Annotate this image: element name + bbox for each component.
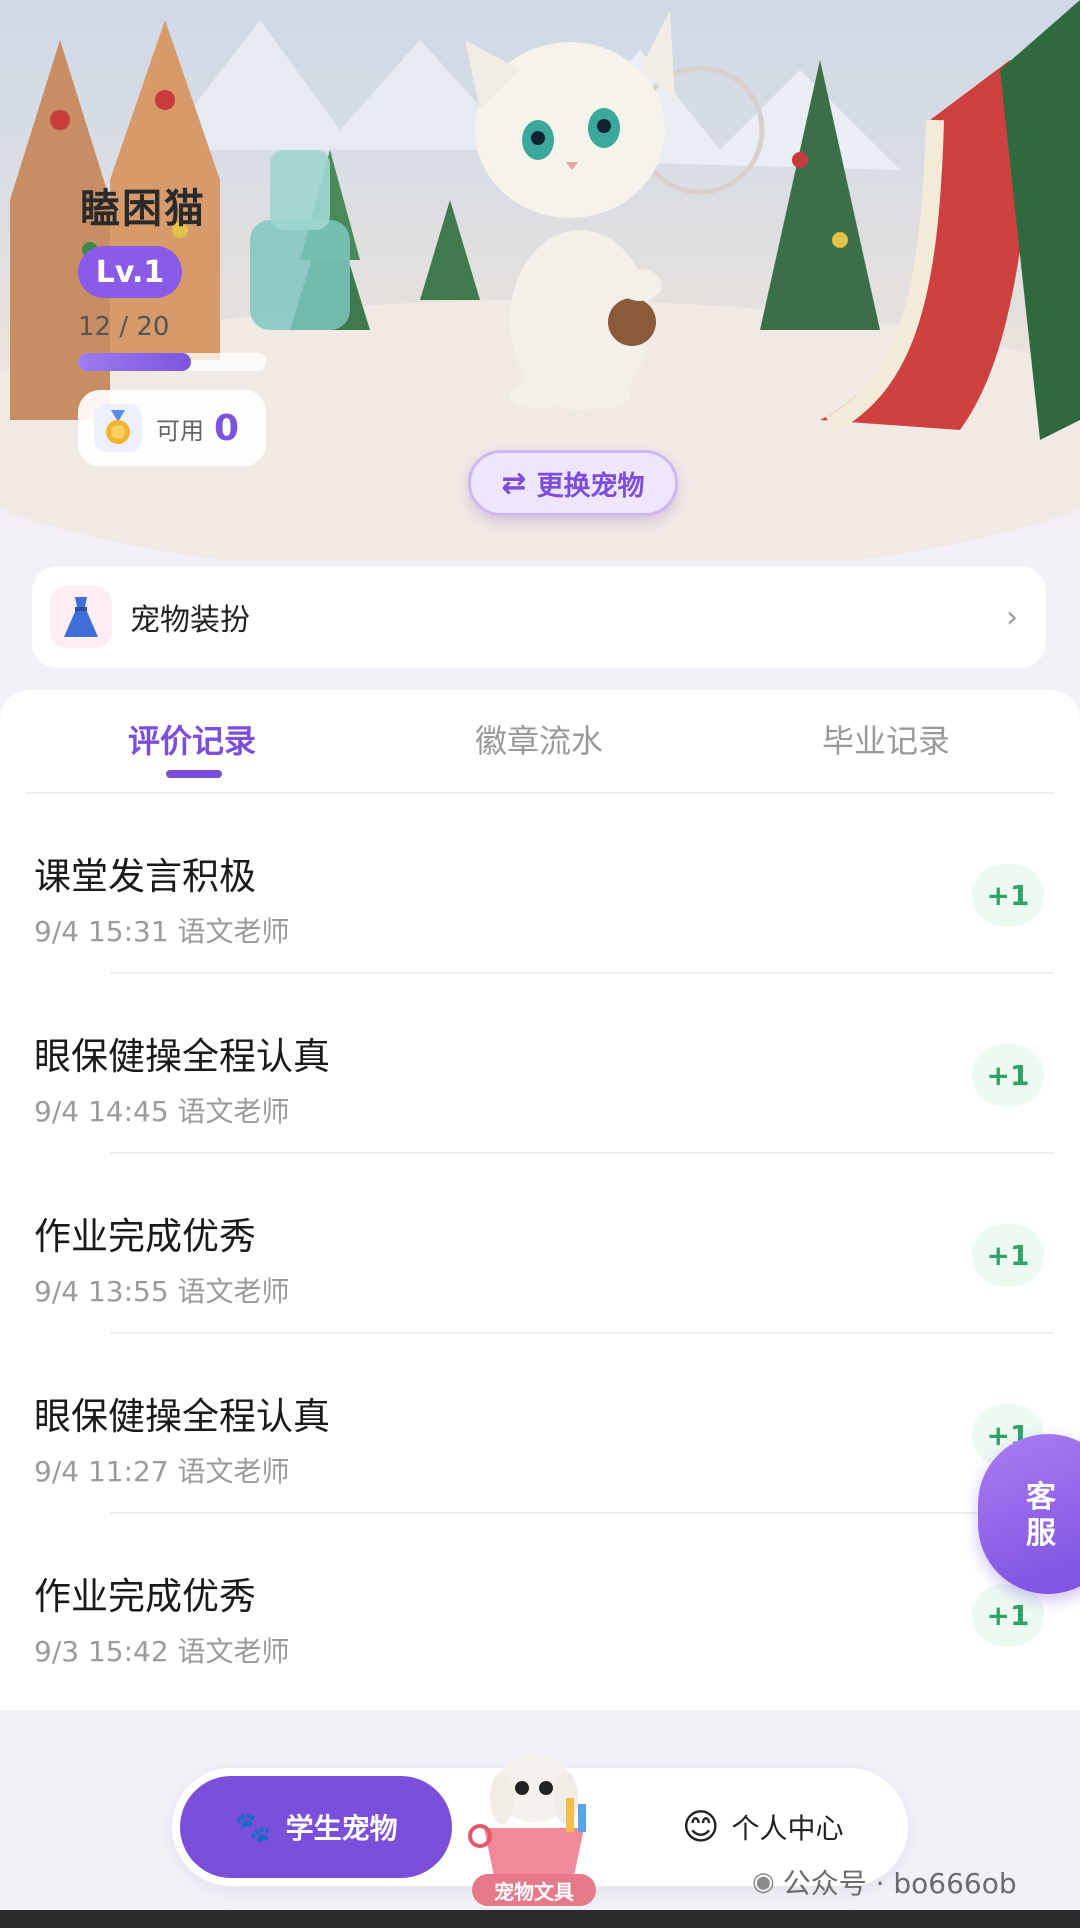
tab-evaluation-records[interactable]: 评价记录: [26, 690, 402, 792]
points-card: 可用 0: [78, 390, 266, 466]
swap-icon: ⇄: [501, 465, 527, 501]
record-title: 眼保健操全程认真: [34, 1035, 330, 1078]
record-tabs: 评价记录 徽章流水 毕业记录: [26, 690, 1054, 794]
list-item[interactable]: 作业完成优秀 9/4 13:55 语文老师 +1: [0, 1154, 1080, 1334]
list-item[interactable]: 眼保健操全程认真 9/4 14:45 语文老师 +1: [0, 974, 1080, 1154]
paw-icon: 🐾: [234, 1809, 272, 1845]
points-change-badge: +1: [972, 1224, 1044, 1286]
record-title: 作业完成优秀: [34, 1575, 256, 1618]
nav-pet-stationery-label: 宠物文具: [472, 1874, 596, 1906]
record-meta: 9/4 11:27 语文老师: [34, 1455, 290, 1488]
points-change-badge: +1: [972, 864, 1044, 926]
nav-student-pet[interactable]: 🐾 学生宠物: [180, 1776, 452, 1878]
records-panel: 评价记录 徽章流水 毕业记录 课堂发言积极 9/4 15:31 语文老师 +1 …: [0, 690, 1080, 1710]
xp-progress-fill: [78, 353, 191, 371]
nav-pet-stationery[interactable]: 宠物文具: [454, 1738, 614, 1908]
tab-badge-transactions[interactable]: 徽章流水: [402, 690, 676, 792]
pet-stationery-illustration: [468, 1754, 586, 1876]
record-title: 作业完成优秀: [34, 1215, 256, 1258]
smile-icon: 😊: [682, 1806, 720, 1848]
customer-service-label-2: 服: [1026, 1516, 1056, 1551]
customer-service-label-1: 客: [1026, 1480, 1056, 1515]
swap-pet-button[interactable]: ⇄ 更换宠物: [468, 450, 678, 516]
list-item[interactable]: 眼保健操全程认真 9/4 11:27 语文老师 +1: [0, 1334, 1080, 1514]
list-item[interactable]: 课堂发言积极 9/4 15:31 语文老师 +1: [0, 794, 1080, 974]
chevron-right-icon: ›: [1006, 599, 1018, 635]
medal-icon: [94, 404, 142, 452]
nav-personal-center-label: 个人中心: [731, 1812, 844, 1845]
record-meta: 9/4 15:31 语文老师: [34, 915, 290, 948]
watermark: ◉ 公众号 · bo666ob: [752, 1862, 1017, 1902]
xp-progress-bar: [78, 353, 266, 371]
swap-pet-label: 更换宠物: [536, 470, 645, 502]
level-badge: Lv.1: [78, 246, 182, 298]
record-list: 课堂发言积极 9/4 15:31 语文老师 +1 眼保健操全程认真 9/4 14…: [0, 794, 1080, 1694]
watermark-text: 公众号 · bo666ob: [782, 1867, 1017, 1900]
xp-progress-text: 12 / 20: [78, 312, 170, 342]
points-value: 0: [214, 407, 240, 449]
record-meta: 9/3 15:42 语文老师: [34, 1635, 290, 1668]
dress-icon: [50, 586, 112, 648]
points-label: 可用: [156, 416, 204, 445]
dress-up-label: 宠物装扮: [130, 603, 250, 638]
record-meta: 9/4 13:55 语文老师: [34, 1275, 290, 1308]
list-item[interactable]: 作业完成优秀 9/3 15:42 语文老师 +1: [0, 1514, 1080, 1694]
tab-graduation-records[interactable]: 毕业记录: [676, 690, 1054, 792]
wechat-icon: ◉: [752, 1867, 775, 1897]
points-change-badge: +1: [972, 1584, 1044, 1646]
points-change-badge: +1: [972, 1044, 1044, 1106]
record-title: 课堂发言积极: [34, 855, 256, 898]
nav-student-pet-label: 学生宠物: [285, 1812, 398, 1845]
record-title: 眼保健操全程认真: [34, 1395, 330, 1438]
pet-dress-up-entry[interactable]: 宠物装扮 ›: [32, 566, 1046, 668]
pet-hero: 瞌困猫 Lv.1 12 / 20 可用 0 ⇄ 更换宠物: [0, 0, 1080, 560]
system-bar: [0, 1910, 1080, 1928]
pet-name: 瞌困猫: [80, 186, 206, 232]
record-meta: 9/4 14:45 语文老师: [34, 1095, 290, 1128]
